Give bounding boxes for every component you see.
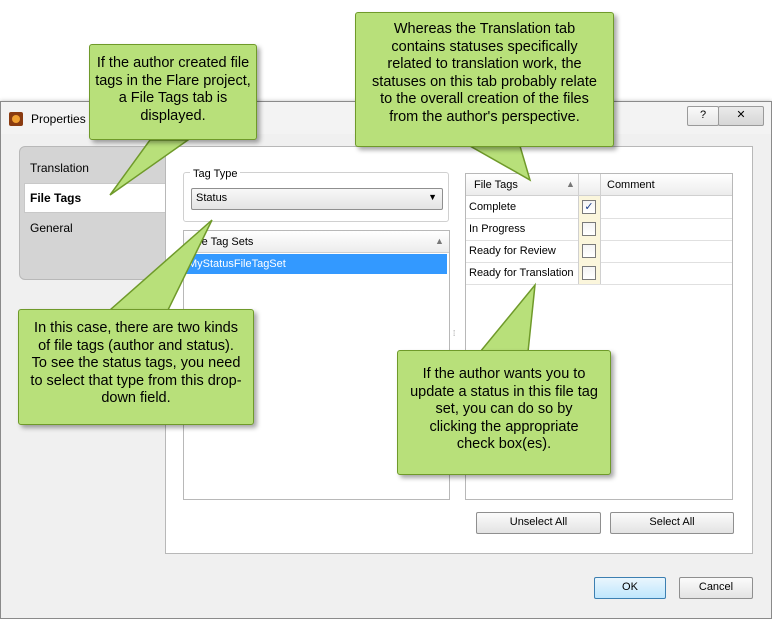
callout-pointer-file-tags <box>109 139 191 196</box>
callout-pointer-translation <box>467 145 532 182</box>
callout-pointer-tag-type <box>108 219 213 311</box>
callout-tag-type: In this case, there are two kinds of fil… <box>18 309 254 425</box>
callout-pointer-check-box <box>478 282 537 353</box>
callout-file-tags-tab: If the author created file tags in the F… <box>89 44 257 140</box>
callout-check-box: If the author wants you to update a stat… <box>397 350 611 475</box>
callout-translation-tab: Whereas the Translation tab contains sta… <box>355 12 614 147</box>
